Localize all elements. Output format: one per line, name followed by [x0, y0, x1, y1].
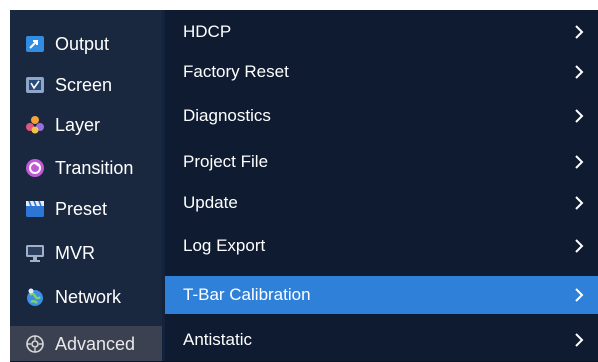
network-icon: [25, 287, 45, 307]
menu-item-label: HDCP: [183, 22, 232, 41]
menu-item-log-export[interactable]: Log Export: [165, 228, 598, 264]
sidebar-item-label: Layer: [55, 114, 101, 135]
monitor-icon: [25, 243, 45, 263]
menu-item-project-file[interactable]: Project File: [165, 144, 598, 180]
sidebar-item-label: Advanced: [55, 333, 136, 354]
sidebar-item-transition[interactable]: Transition: [10, 150, 162, 186]
preset-icon: [25, 199, 45, 219]
menu-item-label: Factory Reset: [183, 62, 289, 81]
sidebar-item-layer[interactable]: Layer: [10, 107, 162, 143]
menu-item-factory-reset[interactable]: Factory Reset: [165, 54, 598, 90]
chevron-right-icon: [572, 332, 586, 348]
sidebar-item-output[interactable]: Output: [10, 26, 162, 62]
sidebar-item-label: Screen: [55, 74, 113, 95]
menu-item-label: T-Bar Calibration: [183, 285, 311, 304]
menu-item-t-bar-calibration[interactable]: T-Bar Calibration: [165, 276, 598, 314]
menu-item-update[interactable]: Update: [165, 185, 598, 221]
layer-icon: [25, 115, 45, 135]
advanced-submenu: HDCP Factory Reset Diagnostics Project F…: [165, 10, 598, 362]
sidebar-item-label: Output: [55, 33, 110, 54]
menu-item-diagnostics[interactable]: Diagnostics: [165, 98, 598, 134]
output-icon: [25, 34, 45, 54]
sidebar-item-advanced[interactable]: Advanced: [10, 326, 162, 362]
sidebar-nav: Output Screen Layer Transition Preset MV…: [10, 10, 162, 362]
sidebar-item-preset[interactable]: Preset: [10, 191, 162, 227]
gear-icon: [25, 334, 45, 354]
sidebar-item-label: Preset: [55, 198, 108, 219]
menu-item-label: Project File: [183, 152, 269, 171]
screen-icon: [25, 75, 45, 95]
menu-item-label: Antistatic: [183, 330, 252, 349]
settings-panel: Output Screen Layer Transition Preset MV…: [10, 10, 598, 362]
chevron-right-icon: [572, 24, 586, 40]
menu-item-label: Diagnostics: [183, 106, 271, 125]
chevron-right-icon: [572, 287, 586, 303]
chevron-right-icon: [572, 195, 586, 211]
chevron-right-icon: [572, 154, 586, 170]
sidebar-item-label: Transition: [55, 157, 134, 178]
chevron-right-icon: [572, 108, 586, 124]
sidebar-item-mvr[interactable]: MVR: [10, 235, 162, 271]
menu-item-hdcp[interactable]: HDCP: [165, 16, 598, 48]
menu-item-label: Log Export: [183, 236, 266, 255]
menu-item-antistatic[interactable]: Antistatic: [165, 322, 598, 358]
chevron-right-icon: [572, 238, 586, 254]
sidebar-item-label: MVR: [55, 242, 95, 263]
sidebar-item-label: Network: [55, 286, 122, 307]
sidebar-item-network[interactable]: Network: [10, 279, 162, 315]
chevron-right-icon: [572, 64, 586, 80]
sidebar-item-screen[interactable]: Screen: [10, 67, 162, 103]
menu-item-label: Update: [183, 193, 238, 212]
transition-icon: [25, 158, 45, 178]
